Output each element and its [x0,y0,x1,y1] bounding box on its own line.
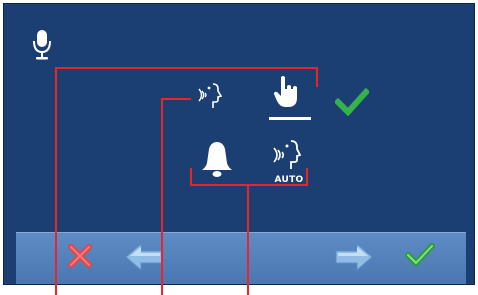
arrow-left-icon [125,242,163,272]
cross-icon [68,244,92,268]
screen: AUTO [3,3,475,285]
leader-line-voice-h [161,98,191,100]
checkmark-icon [405,243,435,266]
arrow-right-icon [335,242,373,272]
voice-auto-icon[interactable] [269,138,307,172]
leader-line-bracket-right [306,168,308,186]
microphone-icon [31,29,53,61]
leader-line-bracket-bottom [190,184,308,186]
leader-line-bracket-v [247,184,249,295]
leader-line-touch-v [316,67,318,87]
touch-hand-icon[interactable] [272,74,302,110]
checkmark-icon [335,88,369,116]
bell-icon[interactable] [198,139,236,179]
cancel-button[interactable] [67,241,93,271]
back-button[interactable] [124,241,164,273]
voice-activation-icon[interactable] [196,81,224,111]
leader-line-mic-h [55,67,318,69]
confirm-button[interactable] [405,241,435,269]
forward-button[interactable] [334,241,374,273]
leader-line-mic-v [55,67,57,295]
selection-underline [269,117,311,120]
leader-line-voice-v [161,98,163,295]
